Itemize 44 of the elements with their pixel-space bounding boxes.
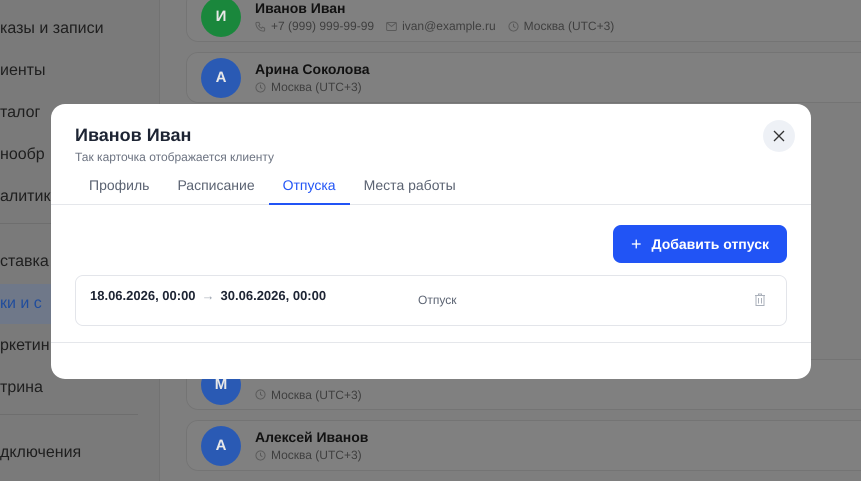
sidebar-item[interactable]: казы и записи [0, 17, 104, 41]
mail-icon [386, 22, 398, 30]
client-email: ivan@example.ru [402, 19, 496, 33]
clock-icon [255, 450, 266, 460]
sidebar-item[interactable]: нообр [0, 143, 45, 167]
clock-icon [255, 82, 266, 92]
tab[interactable]: Отпуска [268, 177, 350, 205]
phone-icon [255, 20, 266, 32]
sidebar-item[interactable]: дключения [0, 441, 82, 465]
client-phone: +7 (999) 999-99-99 [271, 19, 374, 33]
client-timezone: Москва (UTC+3) [271, 388, 362, 402]
client-timezone: Москва (UTC+3) [524, 19, 614, 33]
tab[interactable]: Расписание [163, 177, 269, 205]
tab[interactable]: Места работы [350, 177, 470, 205]
trash-icon [754, 293, 766, 306]
sidebar-item[interactable]: алитик [0, 185, 50, 209]
client-name: Иванов Иван [255, 0, 347, 16]
modal-title: Иванов Иван [75, 125, 192, 146]
client-card[interactable]: И Иванов Иван +7 (999) 999-99-99 ivan@example.ru Москва (UTC+3) [186, 0, 861, 42]
clock-icon [255, 389, 266, 400]
client-card[interactable]: А Алексей Иванов Москва (UTC+3) [186, 420, 861, 471]
arrow: → [202, 288, 215, 303]
client-timezone: Москва (UTC+3) [271, 448, 362, 462]
end-date: 30.06.2026, 00:00 [220, 288, 326, 303]
add-vacation-button[interactable]: + Добавить отпуск [613, 225, 787, 263]
client-name: Алексей Иванов [255, 429, 368, 445]
close-icon [773, 130, 785, 142]
sidebar-item[interactable]: талог [0, 101, 40, 125]
sidebar-item[interactable]: трина [0, 376, 43, 400]
avatar: А [201, 426, 241, 466]
vacation-type: Отпуск [418, 293, 456, 307]
client-card[interactable]: А Арина Соколова Москва (UTC+3) [186, 52, 861, 103]
close-button[interactable] [763, 120, 795, 152]
clock-icon [508, 20, 519, 32]
client-timezone: Москва (UTC+3) [271, 80, 362, 94]
avatar: А [201, 58, 241, 98]
client-name: Арина Соколова [255, 61, 370, 77]
sidebar-item[interactable]: иенты [0, 59, 46, 83]
modal-subtitle: Так карточка отображается клиенту [75, 150, 274, 164]
sidebar-item[interactable]: ставка [0, 250, 49, 274]
avatar: И [201, 0, 241, 36]
start-date: 18.06.2026, 00:00 [90, 288, 196, 303]
tab[interactable]: Профиль [75, 177, 164, 205]
sidebar-item[interactable]: ркетин [0, 334, 50, 358]
